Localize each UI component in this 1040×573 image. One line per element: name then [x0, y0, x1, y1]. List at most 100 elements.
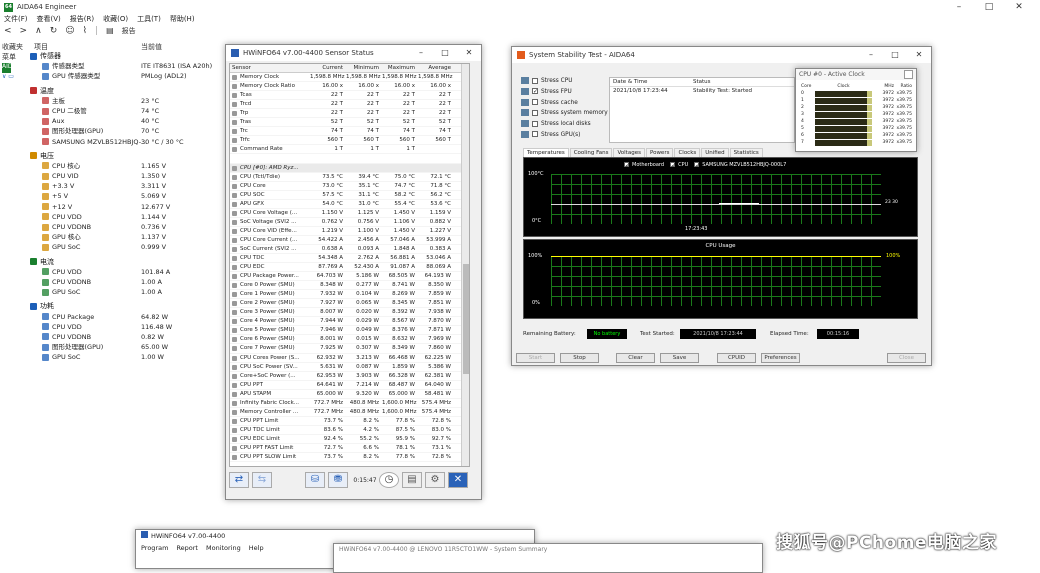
tab-cooling-fans[interactable]: Cooling Fans: [569, 148, 613, 157]
menu-item-0[interactable]: 文件(F): [4, 14, 28, 25]
tab-unified[interactable]: Unified: [701, 148, 729, 157]
col-header-3[interactable]: Maximum: [382, 64, 418, 72]
tab-clocks[interactable]: Clocks: [674, 148, 701, 157]
sensor-table-row[interactable]: Infinity Fabric Clock... 772.7 MHz 480.8 M…: [230, 399, 469, 408]
tab-voltages[interactable]: Voltages: [613, 148, 645, 157]
sensor-table-row[interactable]: CPU SOC 57.5 °C 31.1 °C 58.2 °C 56.2 °C: [230, 191, 469, 200]
sensor-table-row[interactable]: CPU Package Power... 64.703 W 5.186 W 68.50…: [230, 272, 469, 282]
col-header-2[interactable]: Minimum: [346, 64, 382, 72]
section-header[interactable]: 传感器: [30, 51, 230, 61]
cpuid-button[interactable]: CPUID: [717, 353, 756, 363]
sensor-row[interactable]: GPU SoC 0.999 V: [30, 242, 230, 252]
arrows-left-right-icon[interactable]: ⇄: [229, 472, 249, 488]
sensor-table-row[interactable]: CPU TDC Limit 83.6 % 4.2 % 87.5 % 83.0 %: [230, 426, 469, 435]
sensor-row[interactable]: CPU VDD 1.144 V: [30, 212, 230, 222]
sensor-table-row[interactable]: CPU TDC 54.348 A 2.762 A 56.881 A 53.046 A: [230, 254, 469, 264]
start-button[interactable]: Start: [516, 353, 555, 363]
sensor-table-row[interactable]: CPU EDC 87.769 A 52.430 A 91.087 A 88.069 A: [230, 263, 469, 273]
report-icon[interactable]: ▤: [402, 472, 422, 488]
sensor-table-row[interactable]: Core 0 Power (SMU) 8.348 W 0.277 W 8.741 W 8…: [230, 281, 469, 291]
sensor-scrollbar[interactable]: [461, 64, 469, 466]
sensor-table-row[interactable]: CPU Core Current (... 54.422 A 2.456 A 57.0…: [230, 236, 469, 245]
stress-checkbox[interactable]: [532, 109, 538, 116]
hwinfo-close-button[interactable]: ✕: [457, 45, 481, 61]
legend-motherboard-checkbox[interactable]: [624, 162, 629, 167]
sensor-row[interactable]: 传感器类型 ITE IT8631 (ISA A20h): [30, 61, 230, 71]
maximize-button[interactable]: □: [974, 0, 1004, 14]
menu-item-3[interactable]: 收藏(O): [103, 14, 128, 25]
hwinfo-menu-item[interactable]: Report: [176, 542, 198, 554]
sensor-table-row[interactable]: APU STAPM 65.000 W 9.320 W 65.000 W 58.481 W: [230, 390, 469, 399]
sensor-row[interactable]: Aux 40 °C: [30, 116, 230, 126]
clear-button[interactable]: Clear: [616, 353, 655, 363]
menu-item-2[interactable]: 报告(R): [70, 14, 94, 25]
col-header-1[interactable]: Current: [310, 64, 346, 72]
legend-cpu-checkbox[interactable]: [670, 162, 676, 167]
menu-item-4[interactable]: 工具(T): [137, 14, 161, 25]
sensor-table-row[interactable]: Core 3 Power (SMU) 8.007 W 0.020 W 8.392 W 7…: [230, 308, 469, 318]
sensor-row[interactable]: CPU Package 64.82 W: [30, 312, 230, 322]
sensor-table-row[interactable]: Command Rate 1 T 1 T 1 T: [230, 145, 469, 155]
sensor-row[interactable]: CPU VDD 116.48 W: [30, 322, 230, 332]
preferences-button[interactable]: Preferences: [761, 353, 800, 363]
sensor-row[interactable]: +12 V 12.677 V: [30, 202, 230, 212]
sensor-row[interactable]: SAMSUNG MZVLB512HBJQ-... 30 °C / 30 °C: [30, 137, 230, 147]
clock-close-button[interactable]: [904, 70, 913, 79]
sensor-row[interactable]: GPU 传感器类型 PMLog (ADL2): [30, 71, 230, 81]
sensor-table-row[interactable]: CPU PPT FAST Limit 72.7 % 6.6 % 78.1 % 73.1 …: [230, 444, 469, 454]
sensor-table-row[interactable]: CPU [#0]: AMD Ryz...: [230, 163, 469, 173]
stress-checkbox[interactable]: [532, 120, 538, 127]
close-button[interactable]: ✕: [1004, 0, 1034, 14]
sensor-table-row[interactable]: CPU PPT Limit 73.7 % 8.2 % 77.8 % 72.8 %: [230, 417, 469, 426]
close-button[interactable]: Close: [887, 353, 926, 363]
sensor-table-row[interactable]: APU GFX 54.0 °C 31.0 °C 55.4 °C 53.6 °C: [230, 200, 469, 209]
stress-checkbox[interactable]: [532, 88, 538, 95]
clock-icon[interactable]: ◷: [379, 472, 399, 488]
sensor-table-row[interactable]: Core 4 Power (SMU) 7.944 W 0.029 W 8.567 W 7…: [230, 317, 469, 327]
network-icon[interactable]: ⛁: [305, 472, 325, 488]
tab-temperatures[interactable]: Temperatures: [523, 148, 569, 157]
log-row[interactable]: 2021/10/8 17:23:44 Stability Test: Start…: [610, 87, 794, 96]
forward-icon[interactable]: >: [20, 25, 28, 37]
sensor-table-row[interactable]: Tcas 22 T 22 T 22 T 22 T: [230, 91, 469, 101]
sensor-row[interactable]: 图形处理器(GPU) 70 °C: [30, 126, 230, 136]
sensor-table-row[interactable]: CPU (Tctl/Tdie) 73.5 °C 39.4 °C 75.0 °C 72.1…: [230, 173, 469, 182]
sensor-table-row[interactable]: Trcd 22 T 22 T 22 T 22 T: [230, 100, 469, 110]
scrollbar-thumb[interactable]: [463, 264, 469, 374]
hwinfo-menu-item[interactable]: Program: [141, 542, 168, 554]
sst-minimize-button[interactable]: –: [859, 47, 883, 63]
hwinfo-minimize-button[interactable]: –: [409, 45, 433, 61]
sst-maximize-button[interactable]: □: [883, 47, 907, 63]
section-header[interactable]: 电压: [30, 151, 230, 161]
section-header[interactable]: 温度: [30, 86, 230, 96]
sensor-table-row[interactable]: Core 5 Power (SMU) 7.946 W 0.049 W 8.376 W 7…: [230, 326, 469, 336]
hwinfo-menu-item[interactable]: Monitoring: [206, 542, 241, 554]
sensor-table-row[interactable]: Trc 74 T 74 T 74 T 74 T: [230, 127, 469, 137]
tab-powers[interactable]: Powers: [645, 148, 674, 157]
sensor-row[interactable]: GPU SoC 1.00 A: [30, 287, 230, 297]
arrows-collapse-icon[interactable]: ⇆: [252, 472, 272, 488]
up-icon[interactable]: ∧: [35, 25, 42, 37]
stop-button[interactable]: Stop: [560, 353, 599, 363]
sensor-row[interactable]: +5 V 5.069 V: [30, 191, 230, 201]
sensor-table-row[interactable]: CPU PPT 64.641 W 7.214 W 68.487 W 64.040 W: [230, 381, 469, 390]
col-header-0[interactable]: Sensor: [230, 64, 310, 72]
sensor-table-row[interactable]: CPU Core 73.0 °C 35.1 °C 74.7 °C 71.8 °C: [230, 182, 469, 191]
report-icon[interactable]: ▤: [106, 25, 114, 37]
sensor-table-row[interactable]: Core 7 Power (SMU) 7.925 W 0.307 W 8.349 W 7…: [230, 344, 469, 354]
sensor-table-row[interactable]: Core 2 Power (SMU) 7.927 W 0.065 W 8.345 W 7…: [230, 299, 469, 309]
sensor-table-row[interactable]: CPU SoC Power (SV... 5.631 W 0.087 W 1.859 …: [230, 363, 469, 372]
stress-checkbox[interactable]: [532, 77, 538, 84]
sensor-row[interactable]: +3.3 V 3.311 V: [30, 181, 230, 191]
settings-icon[interactable]: ⚙: [425, 472, 445, 488]
section-header[interactable]: 电流: [30, 257, 230, 267]
user-icon[interactable]: ☺: [65, 25, 74, 37]
sensor-table-row[interactable]: [230, 154, 469, 164]
sensor-row[interactable]: GPU 核心 1.137 V: [30, 232, 230, 242]
sensor-table-row[interactable]: Memory Clock 1,598.8 MHz 1,598.8 MHz 1,598.…: [230, 73, 469, 83]
aida-node-icon[interactable]: AID: [2, 63, 13, 73]
sst-close-button[interactable]: ✕: [907, 47, 931, 63]
col-header-4[interactable]: Average: [418, 64, 454, 72]
back-icon[interactable]: <: [4, 25, 12, 37]
hwinfo-maximize-button[interactable]: □: [433, 45, 457, 61]
